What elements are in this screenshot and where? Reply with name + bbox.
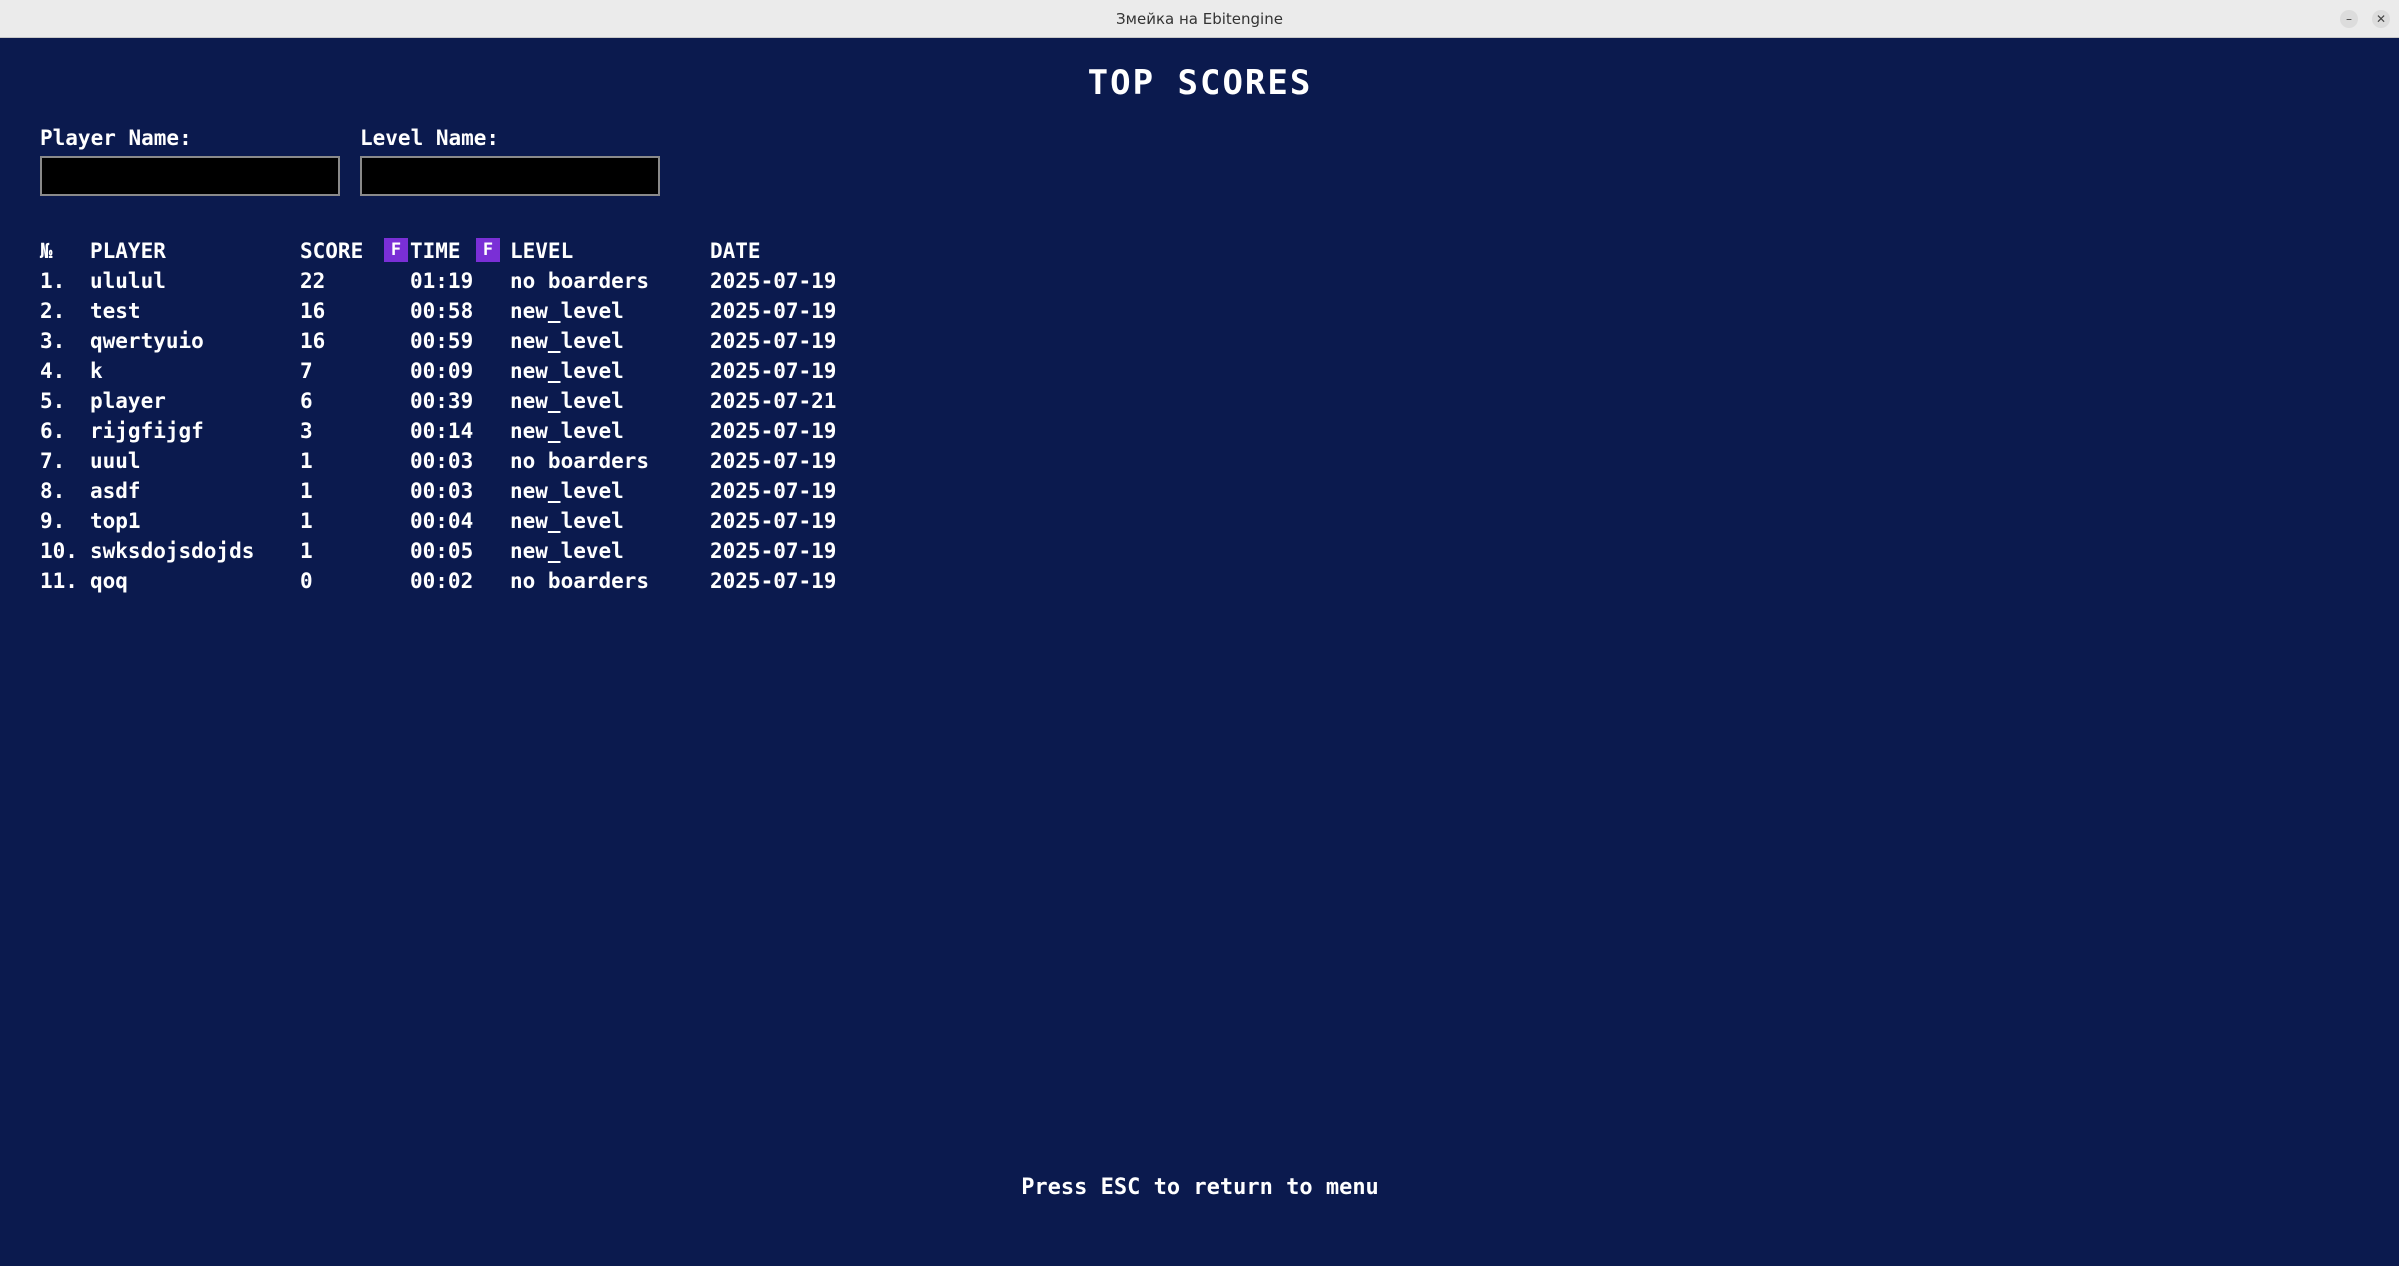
row-score: 1: [300, 509, 313, 533]
header-score: SCORE: [300, 239, 364, 263]
minimize-button[interactable]: –: [2340, 10, 2358, 28]
row-num: 4.: [40, 359, 66, 383]
row-time: 00:59: [410, 329, 474, 353]
row-time: 00:03: [410, 449, 474, 473]
row-score: 22: [300, 269, 326, 293]
header-level: LEVEL: [510, 239, 574, 263]
app-window: Змейка на Ebitengine – ✕ TOP SCORES Play…: [0, 0, 2399, 1266]
row-level: new_level: [510, 359, 624, 383]
page-title: TOP SCORES: [1087, 63, 1313, 103]
row-time: 00:09: [410, 359, 474, 383]
row-score: 16: [300, 329, 326, 353]
table-row: 5. player 6 00:39 new_level 2025-07-21: [2, 386, 1002, 416]
table-row: 7. uuul 1 00:03 no boarders 2025-07-19: [2, 446, 1002, 476]
row-num: 3.: [40, 329, 66, 353]
row-level: new_level: [510, 509, 624, 533]
row-player: rijgfijgf: [90, 419, 204, 443]
row-score: 1: [300, 449, 313, 473]
time-filter-button[interactable]: F: [476, 238, 500, 262]
row-player: ululul: [90, 269, 166, 293]
scores-table: № PLAYER SCORE F TIME F LEVEL DATE 1. ul…: [2, 236, 1002, 596]
row-num: 9.: [40, 509, 66, 533]
window-titlebar[interactable]: Змейка на Ebitengine – ✕: [0, 0, 2399, 38]
table-row: 6. rijgfijgf 3 00:14 new_level 2025-07-1…: [2, 416, 1002, 446]
row-level: no boarders: [510, 269, 650, 293]
row-date: 2025-07-19: [710, 299, 837, 323]
header-player: PLAYER: [90, 239, 166, 263]
window-title: Змейка на Ebitengine: [1116, 10, 1283, 28]
row-player: swksdojsdojds: [90, 539, 255, 563]
row-player: test: [90, 299, 141, 323]
table-row: 10. swksdojsdojds 1 00:05 new_level 2025…: [2, 536, 1002, 566]
row-num: 7.: [40, 449, 66, 473]
row-date: 2025-07-19: [710, 539, 837, 563]
row-level: new_level: [510, 389, 624, 413]
row-date: 2025-07-19: [710, 449, 837, 473]
header-date: DATE: [710, 239, 761, 263]
row-level: new_level: [510, 419, 624, 443]
row-player: player: [90, 389, 166, 413]
row-num: 10.: [40, 539, 78, 563]
level-name-input[interactable]: [360, 156, 660, 196]
table-row: 2. test 16 00:58 new_level 2025-07-19: [2, 296, 1002, 326]
game-canvas: TOP SCORES Player Name: Level Name: № PL…: [2, 38, 2398, 1266]
row-num: 6.: [40, 419, 66, 443]
row-level: new_level: [510, 479, 624, 503]
esc-hint: Press ESC to return to menu: [1021, 1175, 1379, 1200]
row-player: top1: [90, 509, 141, 533]
row-time: 00:14: [410, 419, 474, 443]
row-date: 2025-07-19: [710, 509, 837, 533]
table-row: 9. top1 1 00:04 new_level 2025-07-19: [2, 506, 1002, 536]
row-level: no boarders: [510, 569, 650, 593]
player-name-input[interactable]: [40, 156, 340, 196]
row-player: k: [90, 359, 103, 383]
score-filter-button[interactable]: F: [384, 238, 408, 262]
row-level: new_level: [510, 299, 624, 323]
row-score: 1: [300, 479, 313, 503]
table-row: 8. asdf 1 00:03 new_level 2025-07-19: [2, 476, 1002, 506]
header-num: №: [40, 239, 53, 263]
row-date: 2025-07-19: [710, 419, 837, 443]
row-time: 00:05: [410, 539, 474, 563]
player-name-label: Player Name:: [40, 126, 192, 150]
row-num: 5.: [40, 389, 66, 413]
row-score: 7: [300, 359, 313, 383]
row-player: uuul: [90, 449, 141, 473]
row-num: 1.: [40, 269, 66, 293]
row-player: qwertyuio: [90, 329, 204, 353]
table-row: 1. ululul 22 01:19 no boarders 2025-07-1…: [2, 266, 1002, 296]
row-date: 2025-07-21: [710, 389, 837, 413]
row-score: 0: [300, 569, 313, 593]
row-date: 2025-07-19: [710, 359, 837, 383]
header-time: TIME: [410, 239, 461, 263]
row-level: new_level: [510, 539, 624, 563]
row-time: 00:39: [410, 389, 474, 413]
row-date: 2025-07-19: [710, 569, 837, 593]
row-num: 8.: [40, 479, 66, 503]
level-name-label: Level Name:: [360, 126, 500, 150]
row-player: qoq: [90, 569, 128, 593]
close-button[interactable]: ✕: [2372, 10, 2390, 28]
row-num: 11.: [40, 569, 78, 593]
row-score: 3: [300, 419, 313, 443]
row-date: 2025-07-19: [710, 269, 837, 293]
row-score: 6: [300, 389, 313, 413]
row-score: 1: [300, 539, 313, 563]
row-date: 2025-07-19: [710, 479, 837, 503]
row-score: 16: [300, 299, 326, 323]
row-level: no boarders: [510, 449, 650, 473]
row-time: 01:19: [410, 269, 474, 293]
row-time: 00:02: [410, 569, 474, 593]
table-row: 3. qwertyuio 16 00:59 new_level 2025-07-…: [2, 326, 1002, 356]
table-row: 4. k 7 00:09 new_level 2025-07-19: [2, 356, 1002, 386]
row-level: new_level: [510, 329, 624, 353]
table-header: № PLAYER SCORE F TIME F LEVEL DATE: [2, 236, 1002, 266]
row-date: 2025-07-19: [710, 329, 837, 353]
row-time: 00:04: [410, 509, 474, 533]
row-player: asdf: [90, 479, 141, 503]
table-row: 11. qoq 0 00:02 no boarders 2025-07-19: [2, 566, 1002, 596]
row-time: 00:03: [410, 479, 474, 503]
row-time: 00:58: [410, 299, 474, 323]
row-num: 2.: [40, 299, 66, 323]
